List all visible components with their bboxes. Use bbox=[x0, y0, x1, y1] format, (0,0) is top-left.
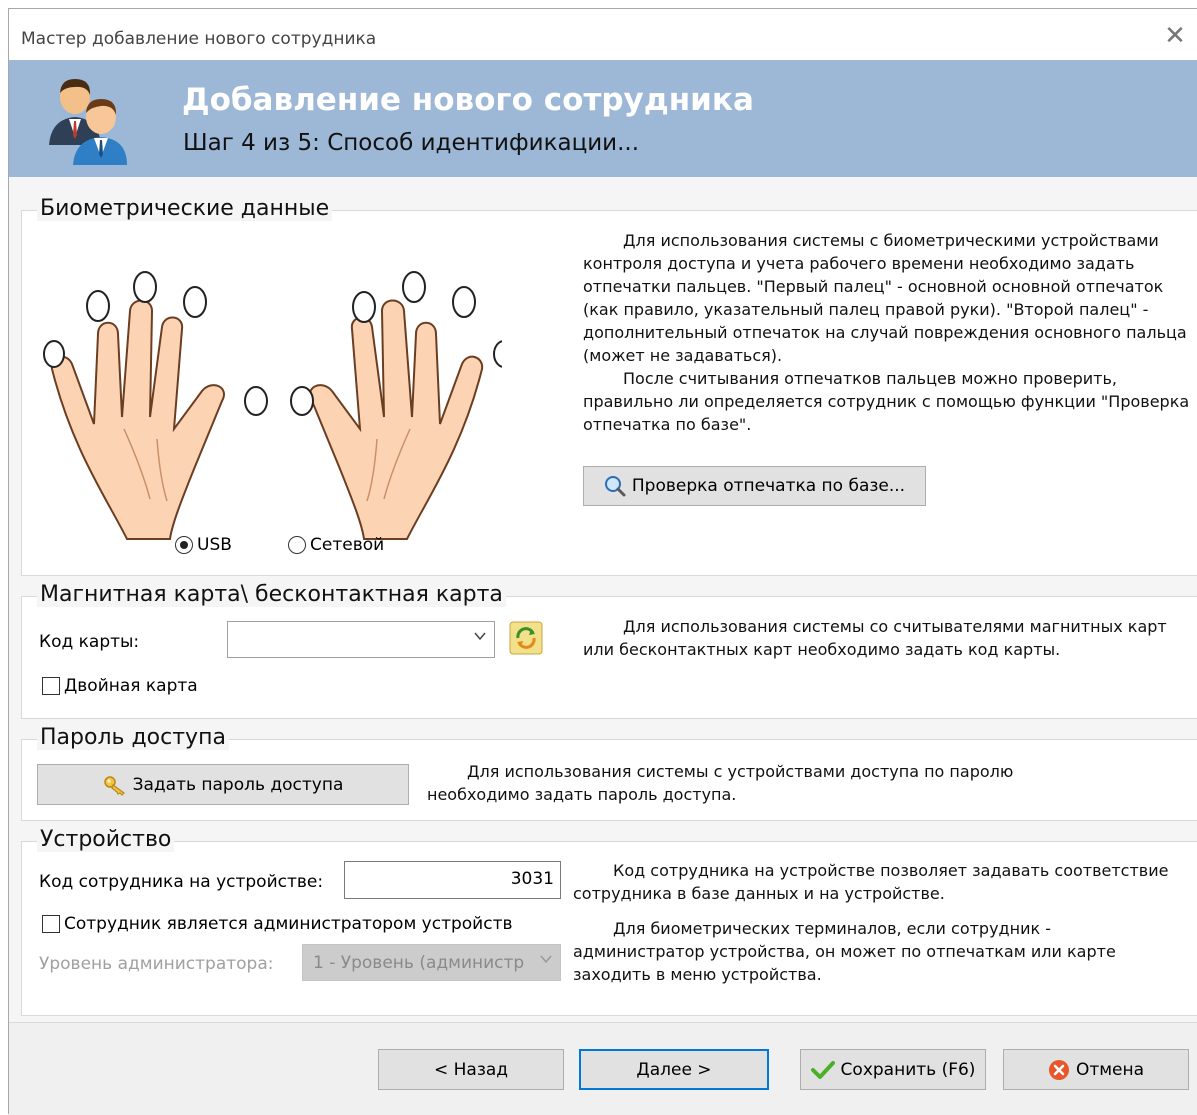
biometric-description-p2: После считывания отпечатков пальцев можн… bbox=[583, 369, 1190, 434]
radio-network-label: Сетевой bbox=[310, 535, 385, 555]
set-password-button[interactable]: Задать пароль доступа bbox=[37, 764, 409, 805]
finger-right-little bbox=[493, 340, 502, 368]
finger-left-index bbox=[183, 286, 207, 318]
right-hand bbox=[309, 299, 484, 540]
device-description-p2: Для биометрических терминалов, если сотр… bbox=[573, 919, 1116, 984]
save-button[interactable]: Сохранить (F6) bbox=[800, 1049, 986, 1090]
admin-level-value: 1 - Уровень (администр bbox=[313, 953, 525, 973]
wizard-step-subtitle: Шаг 4 из 5: Способ идентификации... bbox=[183, 130, 640, 156]
device-code-field[interactable]: 3031 bbox=[344, 861, 561, 899]
biometric-description: Для использования системы с биометрическ… bbox=[583, 229, 1193, 436]
save-button-label: Сохранить (F6) bbox=[840, 1059, 976, 1080]
next-button[interactable]: Далее > bbox=[579, 1049, 769, 1090]
wizard-window: Мастер добавление нового сотрудника ✕ До… bbox=[8, 8, 1197, 1115]
wizard-content: Биометрические данные USB Сетевой Для ис… bbox=[9, 177, 1197, 1022]
double-card-checkbox[interactable]: Двойная карта bbox=[42, 676, 198, 696]
set-password-label: Задать пароль доступа bbox=[132, 774, 344, 795]
card-code-combo[interactable] bbox=[227, 621, 495, 658]
chevron-down-icon bbox=[540, 955, 552, 964]
device-admin-box[interactable] bbox=[42, 915, 60, 933]
window-title: Мастер добавление нового сотрудника bbox=[21, 29, 377, 49]
checkmark-icon bbox=[810, 1060, 835, 1079]
card-group-title: Магнитная карта\ бесконтактная карта bbox=[37, 582, 506, 607]
check-fingerprint-button[interactable]: Проверка отпечатка по базе... bbox=[583, 466, 926, 506]
back-button-label: < Назад bbox=[433, 1059, 509, 1080]
finger-left-thumb bbox=[244, 386, 268, 416]
device-description: Код сотрудника на устройстве позволяет з… bbox=[573, 859, 1183, 986]
card-description: Для использования системы со считывателя… bbox=[583, 615, 1183, 661]
password-description: Для использования системы с устройствами… bbox=[427, 760, 1107, 806]
device-description-p1: Код сотрудника на устройстве позволяет з… bbox=[573, 861, 1169, 903]
device-group-title: Устройство bbox=[37, 827, 175, 852]
finger-left-ring bbox=[86, 290, 110, 322]
finger-right-middle bbox=[402, 271, 426, 303]
left-hand bbox=[50, 299, 225, 540]
card-description-text: Для использования системы со считывателя… bbox=[583, 617, 1167, 659]
double-card-box[interactable] bbox=[42, 677, 60, 695]
card-code-label: Код карты: bbox=[39, 632, 140, 652]
radio-usb-label: USB bbox=[197, 535, 232, 555]
cancel-button[interactable]: Отмена bbox=[1003, 1049, 1189, 1090]
radio-network-circle[interactable] bbox=[288, 536, 306, 554]
wizard-header: Добавление нового сотрудника Шаг 4 из 5:… bbox=[9, 60, 1197, 177]
device-admin-checkbox[interactable]: Сотрудник является администратором устро… bbox=[42, 914, 513, 934]
biometric-group: Биометрические данные USB Сетевой Для ис… bbox=[21, 196, 1197, 576]
finger-left-little bbox=[43, 340, 65, 368]
finger-left-middle bbox=[133, 271, 157, 303]
finger-right-index bbox=[352, 291, 376, 323]
close-icon[interactable]: ✕ bbox=[1160, 22, 1190, 52]
password-group: Пароль доступа Задать пароль доступа Для… bbox=[21, 725, 1197, 821]
hands-fingerprint-picker bbox=[43, 271, 502, 540]
device-code-value: 3031 bbox=[510, 869, 554, 889]
radio-network[interactable]: Сетевой bbox=[288, 535, 384, 555]
next-button-label: Далее > bbox=[636, 1059, 712, 1080]
admin-level-combo[interactable]: 1 - Уровень (администр bbox=[302, 944, 561, 981]
device-admin-label: Сотрудник является администратором устро… bbox=[64, 914, 513, 934]
wizard-footer: < Назад Далее > Сохранить (F6) Отмена bbox=[9, 1022, 1197, 1115]
biometric-description-p1: Для использования системы с биометрическ… bbox=[583, 231, 1187, 365]
finger-right-thumb bbox=[290, 386, 314, 416]
users-icon bbox=[49, 79, 127, 165]
password-group-title: Пароль доступа bbox=[37, 725, 229, 750]
password-description-text: Для использования системы с устройствами… bbox=[427, 762, 1014, 804]
device-code-label: Код сотрудника на устройстве: bbox=[39, 872, 324, 892]
biometric-group-title: Биометрические данные bbox=[37, 196, 333, 221]
chevron-down-icon bbox=[474, 632, 486, 641]
finger-right-ring bbox=[452, 286, 476, 318]
device-group: Устройство Код сотрудника на устройстве:… bbox=[21, 827, 1197, 1016]
refresh-icon[interactable] bbox=[509, 621, 543, 655]
wizard-title: Добавление нового сотрудника bbox=[182, 82, 754, 118]
radio-usb-circle[interactable] bbox=[175, 536, 193, 554]
cancel-icon bbox=[1048, 1059, 1069, 1080]
radio-usb[interactable]: USB bbox=[175, 535, 232, 555]
cancel-button-label: Отмена bbox=[1075, 1059, 1145, 1080]
back-button[interactable]: < Назад bbox=[378, 1049, 564, 1090]
double-card-label: Двойная карта bbox=[64, 676, 198, 696]
card-group: Магнитная карта\ бесконтактная карта Код… bbox=[21, 582, 1197, 719]
title-bar: Мастер добавление нового сотрудника ✕ bbox=[9, 9, 1197, 60]
admin-level-label: Уровень администратора: bbox=[39, 954, 274, 974]
check-fingerprint-label: Проверка отпечатка по базе... bbox=[631, 476, 906, 496]
key-icon bbox=[103, 775, 125, 796]
magnifier-icon bbox=[604, 476, 626, 497]
